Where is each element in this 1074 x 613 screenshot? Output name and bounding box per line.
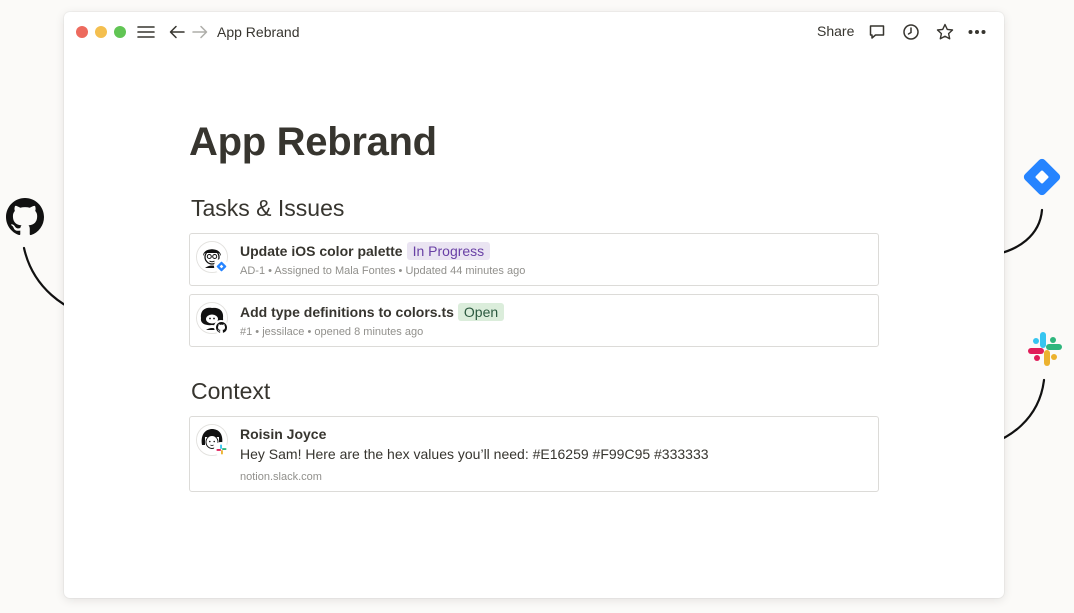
task-title: Add type definitions to colors.ts Open <box>240 303 505 321</box>
more-icon[interactable] <box>967 22 987 42</box>
menu-icon[interactable] <box>136 22 156 42</box>
message-text: Hey Sam! Here are the hex values you’ll … <box>240 446 709 462</box>
top-bar: App Rebrand Share <box>64 12 1004 52</box>
task-card-jira[interactable]: Update iOS color palette In Progress AD-1… <box>189 233 879 286</box>
slack-icon <box>214 442 228 456</box>
github-icon <box>214 320 228 334</box>
avatar <box>196 241 228 273</box>
breadcrumb[interactable]: App Rebrand <box>217 23 300 41</box>
task-card-github[interactable]: Add type definitions to colors.ts Open #1… <box>189 294 879 347</box>
jira-logo-icon <box>1021 156 1063 198</box>
avatar <box>196 424 228 456</box>
task-title: Update iOS color palette In Progress <box>240 242 491 260</box>
message-author: Roisin Joyce <box>240 426 327 442</box>
section-heading-context[interactable]: Context <box>191 377 270 405</box>
message-source: notion.slack.com <box>240 471 322 483</box>
forward-arrow-icon[interactable] <box>190 22 210 42</box>
status-badge-in-progress: In Progress <box>406 242 491 260</box>
task-meta: #1 • jessilace • opened 8 minutes ago <box>240 326 424 338</box>
page-title[interactable]: App Rebrand <box>189 118 437 166</box>
zoom-window-button[interactable] <box>114 26 126 38</box>
clock-history-icon[interactable] <box>901 22 921 42</box>
close-window-button[interactable] <box>76 26 88 38</box>
star-icon[interactable] <box>935 22 955 42</box>
task-title-text: Update iOS color palette <box>240 243 403 259</box>
status-badge-open: Open <box>457 303 505 321</box>
share-button[interactable]: Share <box>817 21 854 41</box>
task-meta: AD-1 • Assigned to Mala Fontes • Updated… <box>240 265 526 277</box>
slack-logo-icon <box>1026 330 1064 368</box>
jira-icon <box>214 259 228 273</box>
back-arrow-icon[interactable] <box>167 22 187 42</box>
section-heading-tasks[interactable]: Tasks & Issues <box>191 194 344 222</box>
task-title-text: Add type definitions to colors.ts <box>240 304 454 320</box>
context-card-slack[interactable]: Roisin Joyce Hey Sam! Here are the hex v… <box>189 416 879 492</box>
avatar <box>196 302 228 334</box>
app-window: App Rebrand Share App Rebrand Tasks & Is… <box>64 12 1004 598</box>
comment-icon[interactable] <box>867 22 887 42</box>
github-logo-icon <box>6 198 44 236</box>
minimize-window-button[interactable] <box>95 26 107 38</box>
